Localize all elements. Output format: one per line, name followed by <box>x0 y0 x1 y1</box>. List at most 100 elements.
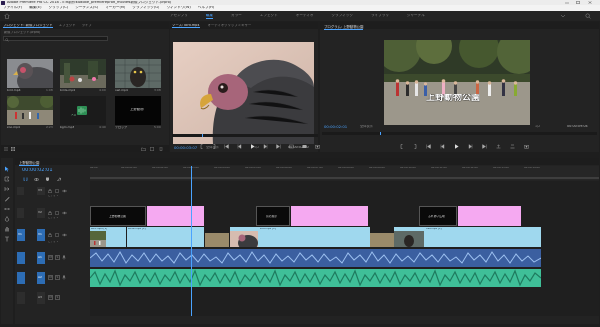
sync-lock-icon[interactable] <box>55 189 59 193</box>
microphone-icon[interactable] <box>62 255 66 260</box>
source-patch-v1[interactable]: V1 <box>17 229 25 241</box>
go-to-in-icon[interactable] <box>224 143 229 149</box>
menu-edit[interactable]: 編集(E) <box>29 6 41 10</box>
mark-in-icon[interactable] <box>200 143 204 149</box>
menu-clip[interactable]: クリップ(C) <box>49 6 69 10</box>
menu-help[interactable]: ヘルプ(H) <box>198 6 214 10</box>
play-icon[interactable] <box>454 143 459 149</box>
home-icon[interactable] <box>4 13 10 19</box>
workspace-editing[interactable]: 編集 <box>205 14 213 19</box>
microphone-icon[interactable] <box>62 275 66 280</box>
tab-project[interactable]: プロジェクト: 新規プロジェクト <box>3 24 53 28</box>
menu-sequence[interactable]: シーケンス(S) <box>75 6 98 10</box>
video-clip[interactable]: owl.mp4 [V] <box>394 227 541 247</box>
work-area-bar[interactable] <box>90 177 599 179</box>
workspace-color[interactable]: カラー <box>231 14 242 19</box>
play-icon[interactable] <box>250 143 255 149</box>
step-forward-icon[interactable] <box>263 143 268 149</box>
close-button[interactable] <box>586 1 594 4</box>
source-patch-a1[interactable] <box>17 252 25 264</box>
lift-icon[interactable] <box>496 144 501 149</box>
audio-clip-a2[interactable] <box>90 269 541 287</box>
icon-view-icon[interactable] <box>11 146 15 151</box>
title-clip[interactable]: 鳥の展示 <box>256 206 290 226</box>
title-clip-selected[interactable] <box>291 206 368 226</box>
lock-icon[interactable] <box>48 211 52 215</box>
program-scrub-bar[interactable] <box>322 132 597 135</box>
extract-icon[interactable] <box>510 144 515 149</box>
source-scrub-bar[interactable] <box>172 134 318 137</box>
title-clip[interactable]: 上野動物公園 <box>90 206 146 226</box>
media-thumbnail-owl[interactable] <box>115 59 161 88</box>
step-back-icon[interactable] <box>440 143 445 149</box>
eye-icon[interactable] <box>62 233 67 237</box>
mute-button[interactable]: M <box>48 255 53 260</box>
program-resolution-select[interactable]: 1/2 <box>535 125 540 128</box>
eye-icon[interactable] <box>62 189 67 193</box>
source-video-frame[interactable] <box>173 42 314 144</box>
mute-button[interactable]: M <box>48 275 53 280</box>
workspace-libraries[interactable]: ライブラリ <box>371 14 389 19</box>
title-clip[interactable]: ふれあい広場 <box>419 206 457 226</box>
source-patch[interactable] <box>17 208 24 218</box>
workspace-graphics[interactable]: グラフィック <box>331 14 353 19</box>
tab-program[interactable]: プログラム: 上野動物公園 <box>324 24 364 30</box>
minimize-button[interactable] <box>563 1 571 4</box>
new-bin-icon[interactable] <box>141 147 146 151</box>
razor-tool-icon[interactable] <box>4 196 10 202</box>
list-view-icon[interactable] <box>4 147 8 151</box>
sync-lock-icon[interactable] <box>55 233 59 237</box>
hand-tool-icon[interactable] <box>4 226 10 232</box>
step-forward-icon[interactable] <box>468 143 473 149</box>
lock-icon[interactable] <box>48 189 52 193</box>
tab-sequence[interactable]: 上野動物公園 <box>19 160 40 166</box>
mute-button[interactable]: M <box>48 295 53 300</box>
tab-live[interactable]: ライブ <box>82 24 92 28</box>
tab-audio-mixer[interactable]: オーディオクリップミキサー <box>208 24 252 28</box>
go-to-out-icon[interactable] <box>276 143 281 149</box>
title-clip-selected[interactable] <box>458 206 521 226</box>
solo-button[interactable]: S <box>55 275 60 280</box>
workspace-effects[interactable]: エフェクト <box>260 14 278 19</box>
tab-source[interactable]: ソース: bird.mp4 <box>172 24 200 28</box>
search-icon[interactable] <box>585 13 591 19</box>
mark-out-icon[interactable] <box>413 143 417 149</box>
track-area[interactable]: 上野動物公園 鳥の展示 ふれあい広場 bird.mp4 [V] birds.mp… <box>90 166 599 316</box>
media-thumbnail-zoo[interactable] <box>7 96 53 125</box>
step-back-icon[interactable] <box>237 143 242 149</box>
pen-tool-icon[interactable] <box>4 216 10 222</box>
time-ruler[interactable]: 00:00 00:00:01:00 00:00:02:00 00:00:03:0… <box>90 166 599 180</box>
overwrite-icon[interactable] <box>302 144 307 149</box>
project-search-field[interactable] <box>3 36 108 42</box>
video-clip-transition[interactable] <box>370 233 394 247</box>
workspace-journal[interactable]: ジャーナル <box>407 14 425 19</box>
sync-lock-icon[interactable] <box>55 211 59 215</box>
timeline-playhead[interactable] <box>191 166 192 316</box>
timeline-timecode[interactable]: 00:00:02:01 <box>22 168 53 173</box>
trash-icon[interactable] <box>159 147 163 151</box>
mark-in-icon[interactable] <box>400 143 404 149</box>
lock-icon[interactable] <box>48 233 52 237</box>
solo-button[interactable]: S <box>55 255 60 260</box>
eye-icon[interactable] <box>62 211 67 215</box>
video-clip[interactable]: zoo.mp4 [V] <box>230 227 370 247</box>
source-patch[interactable] <box>17 292 25 304</box>
menu-marker[interactable]: マーカー(M) <box>105 6 125 10</box>
solo-button[interactable]: S <box>55 295 60 300</box>
more-workspaces-icon[interactable] <box>560 14 566 18</box>
menu-window[interactable]: ウィンドウ(W) <box>166 6 190 10</box>
menu-graphics[interactable]: グラフィック(G) <box>132 6 159 10</box>
media-thumbnail-bird[interactable] <box>7 59 53 88</box>
source-timecode[interactable]: 00:00:03:07 <box>174 146 197 150</box>
ripple-edit-icon[interactable] <box>4 186 10 192</box>
track-select-icon[interactable] <box>4 176 10 182</box>
video-clip-transition[interactable] <box>205 233 229 247</box>
video-clip[interactable]: birds.mp4 [V] <box>127 227 204 247</box>
selection-tool-icon[interactable] <box>4 166 10 172</box>
go-to-out-icon[interactable] <box>482 143 487 149</box>
type-tool-icon[interactable] <box>4 236 10 242</box>
source-patch-a2[interactable] <box>17 272 25 284</box>
title-clip-selected[interactable] <box>147 206 204 226</box>
media-thumbnail-birds[interactable] <box>60 59 106 88</box>
program-fit-select[interactable]: 全体表示 <box>360 125 373 128</box>
